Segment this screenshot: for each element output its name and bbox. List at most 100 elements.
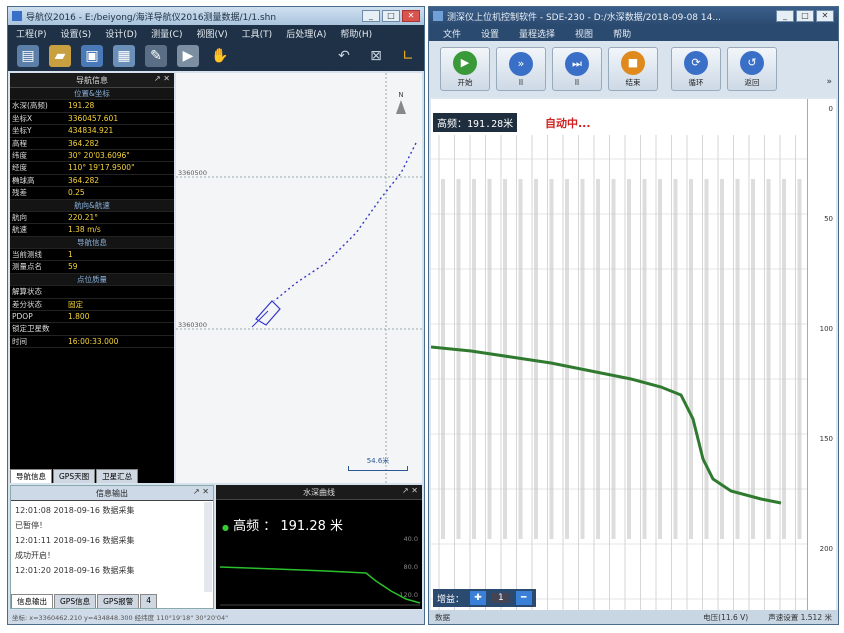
undo-button[interactable]: ↺ 返回 (727, 47, 777, 91)
info-scrollbar[interactable] (204, 502, 212, 592)
timestamp-strip (487, 179, 492, 539)
menu-item[interactable]: 工具(T) (242, 27, 273, 40)
calculator-icon[interactable]: ▦ (113, 45, 135, 67)
nav-section-header: 导航信息 (10, 236, 174, 250)
nav-panel-tab[interactable]: 卫星汇总 (96, 469, 139, 483)
menu-item-right[interactable]: 视图 (575, 27, 593, 40)
menu-item-right[interactable]: 文件 (443, 27, 461, 40)
menu-item[interactable]: 设置(S) (60, 27, 91, 40)
pen-icon[interactable]: ✎ (145, 45, 167, 67)
compass-icon: N (394, 91, 408, 117)
menu-item[interactable]: 后处理(A) (286, 27, 326, 40)
nav-info-value: 1.38 m/s (68, 225, 101, 235)
refresh-button[interactable]: ⟳ 循环 (671, 47, 721, 91)
nav-info-key: 测量点名 (12, 262, 42, 272)
nav-info-value: 1 (68, 250, 73, 260)
timestamp-strip (704, 179, 709, 539)
timestamp-strip (580, 179, 585, 539)
info-log: 12:01:08 2018-09-16 数据采集 已暂停！ 12:01:11 201… (11, 501, 213, 580)
menu-item[interactable]: 视图(V) (196, 27, 227, 40)
nav-panel-tab[interactable]: 导航信息 (10, 469, 52, 483)
export-icon[interactable]: ▶ (177, 45, 199, 67)
info-panel-header: 信息输出 ↗ ✕ (11, 486, 213, 501)
nav-info-row: PDOP 1.800 (10, 311, 174, 324)
timestamp-strip (534, 179, 538, 539)
panel-pin-close-icon[interactable]: ↗ ✕ (154, 74, 170, 83)
menu-bar-right: 文件 设置 量程选择 视图 帮助 (429, 25, 838, 41)
map-view[interactable]: 3360500 3360300 N 54.6米 (176, 73, 422, 483)
nav-info-value: 16:00:33.000 (68, 336, 119, 346)
nav-info-key: 坐标Y (12, 126, 32, 136)
nav-info-value: 364.282 (68, 175, 100, 185)
skip-forward-button[interactable]: ⏭ ll (552, 47, 602, 91)
hand-pan-icon[interactable]: ✋ (209, 45, 231, 67)
fast-forward-icon: » (509, 51, 533, 76)
refresh-icon: ⟳ (684, 50, 708, 75)
status-left: 数据 (435, 612, 450, 622)
nav-info-row: 经度 110° 19'17.9500" (10, 162, 174, 175)
menu-item[interactable]: 测量(C) (151, 27, 182, 40)
info-panel-tab[interactable]: GPS信息 (54, 594, 97, 608)
info-log-line: 12:01:20 2018-09-16 数据采集 (15, 566, 135, 575)
echogram-view: 高频：191.28米 自动中... 增益： ✚ 1 ━ (431, 99, 807, 611)
timestamp-strip (565, 179, 569, 539)
nav-info-key: 纬度 (12, 150, 27, 160)
new-file-icon[interactable]: ▤ (17, 45, 39, 67)
info-panel-close-icon[interactable]: ↗ ✕ (193, 487, 209, 496)
fast-forward-button[interactable]: » ll (496, 47, 546, 91)
menu-item-right[interactable]: 帮助 (613, 27, 631, 40)
info-panel-tabs: 信息输出 GPS信息 GPS报警 4 (11, 594, 158, 608)
depth-curve-panel: 水深曲线 ↗ ✕ ● 高频 ： 191.28 米 40.0 80.0 120.0 (216, 485, 422, 609)
gain-increase-button[interactable]: ✚ (470, 591, 487, 605)
menu-item[interactable]: 设计(D) (105, 27, 137, 40)
menu-bar: 工程(P) 设置(S) 设计(D) 测量(C) 视图(V) 工具(T) 后处理(A) 帮助(H… (8, 25, 424, 41)
voltage-readout: 电压(11.6 V) (703, 612, 749, 622)
nav-info-value: 191.28 (68, 101, 95, 111)
nav-info-value: 364.282 (68, 138, 100, 148)
minimize-button-right[interactable]: _ (776, 10, 794, 22)
maximize-button[interactable]: □ (382, 10, 400, 22)
high-freq-text: 高频：191.28米 (437, 119, 514, 130)
timestamp-strip (472, 179, 476, 539)
coordinate-tool-icon[interactable]: ∟ (397, 45, 419, 67)
info-panel-tab[interactable]: 信息输出 (11, 594, 53, 608)
maximize-button-right[interactable]: □ (796, 10, 814, 22)
nav-info-key: 高程 (12, 138, 27, 148)
ruler-label: 0 (828, 105, 833, 113)
nav-panel-tab[interactable]: GPS天图 (53, 469, 96, 483)
nav-info-value: 3360457.601 (68, 113, 119, 123)
nav-info-row: 坐标X 3360457.601 (10, 113, 174, 126)
nav-info-panel: 导航信息 ↗ ✕ 位置&坐标 水深(高频) 191.28 坐标X 3360457.601… (10, 73, 174, 483)
timestamp-strip (456, 179, 461, 539)
close-button[interactable]: ✕ (402, 10, 420, 22)
stop-button[interactable]: ■ 结束 (608, 47, 658, 91)
info-panel-tab[interactable]: GPS报警 (97, 594, 140, 608)
gain-decrease-button[interactable]: ━ (515, 591, 532, 605)
info-panel-tab[interactable]: 4 (140, 594, 157, 608)
menu-item-right[interactable]: 量程选择 (519, 27, 555, 40)
menu-item[interactable]: 工程(P) (16, 27, 46, 40)
menu-item[interactable]: 帮助(H) (340, 27, 372, 40)
zoom-extent-icon[interactable]: ⊠ (365, 45, 387, 67)
open-folder-icon[interactable]: ▰ (49, 45, 71, 67)
nav-info-value: 110° 19'17.9500" (68, 163, 135, 173)
info-log-line: 12:01:08 2018-09-16 数据采集 (15, 506, 135, 515)
ruler-label: 150 (819, 435, 833, 443)
recording-status: 自动中... (545, 117, 591, 130)
minimize-button[interactable]: _ (362, 10, 380, 22)
menu-item-right[interactable]: 设置 (481, 27, 499, 40)
nav-info-value (68, 323, 174, 334)
nav-info-key: 当前测线 (12, 250, 42, 260)
undo-icon[interactable]: ↶ (333, 45, 355, 67)
control-toolbar: ▶ 开始» ll ⏭ ll ■ 结束 ⟳ 循环 ↺ 返回 (429, 41, 838, 97)
gain-control: 增益： ✚ 1 ━ (433, 589, 536, 607)
map-canvas[interactable] (176, 73, 422, 483)
nav-info-key: 椭球高 (12, 175, 35, 185)
app-icon-right (433, 11, 443, 21)
toolbar-overflow-icon[interactable]: » (826, 77, 832, 87)
start-button[interactable]: ▶ 开始 (440, 47, 490, 91)
nav-info-row: 差分状态 固定 (10, 299, 174, 312)
close-button-right[interactable]: ✕ (816, 10, 834, 22)
nav-panel-tabs: 导航信息 GPS天图 卫星汇总 (10, 469, 139, 483)
save-icon[interactable]: ▣ (81, 45, 103, 67)
